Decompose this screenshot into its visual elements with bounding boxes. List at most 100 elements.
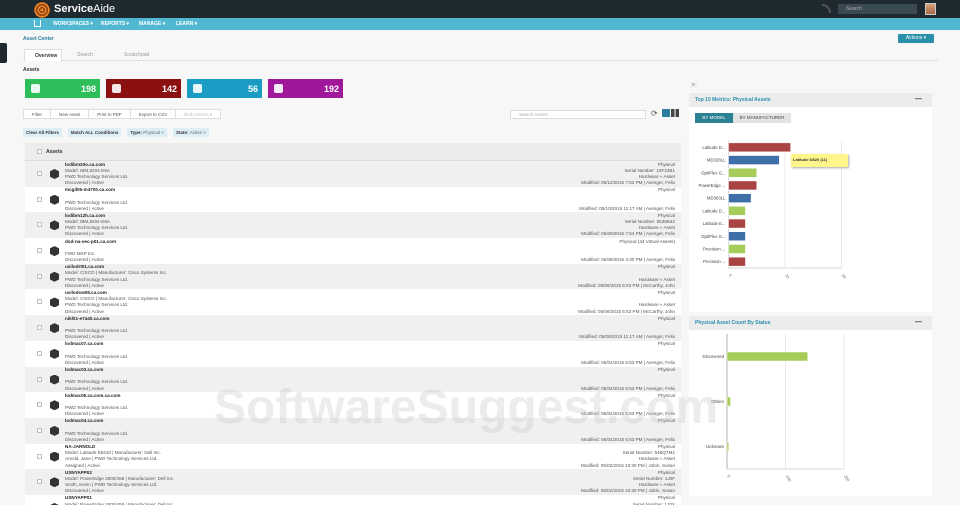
by-model-toggle[interactable]: BY MODEL (695, 113, 733, 123)
export-csv-button[interactable]: Export to CSV (131, 110, 177, 118)
table-row[interactable]: usilodrt01.ca.com Model: CISCO | Manufact… (25, 263, 681, 290)
row-checkbox[interactable] (37, 273, 42, 279)
asset-detail: Discovered | Active (65, 488, 104, 494)
asset-name[interactable]: lodmac05.ca.com.ca.com (65, 393, 128, 399)
row-checkbox[interactable] (37, 248, 42, 254)
type-filter-chip[interactable]: Type: Physical × (127, 128, 167, 137)
top-bar: ServiceAide Search (0, 0, 960, 18)
row-checkbox[interactable] (37, 479, 42, 485)
table-row[interactable]: mcgil05-m4700.ca.com PWD Technology Servi… (25, 187, 681, 213)
bar (726, 441, 730, 452)
home-icon[interactable] (34, 20, 41, 27)
y-category-label: Unknown (706, 444, 725, 449)
table-row[interactable]: lodmac04.ca.com PWD Technology Services L… (25, 417, 681, 444)
row-checkbox[interactable] (37, 350, 42, 356)
nav-reports[interactable]: REPORTS ▾ (101, 21, 129, 27)
rss-icon[interactable] (822, 4, 831, 13)
list-view-icon[interactable] (662, 109, 670, 117)
asset-meta-block: Physical Serial Number: 1J0X (633, 495, 675, 505)
print-pdf-button[interactable]: Print to PDF (89, 110, 131, 118)
panel-header: Physical Asset Count By Status — (689, 316, 932, 330)
table-row[interactable]: lodmac03.ca.com PWD Technology Services L… (25, 366, 681, 393)
row-checkbox[interactable] (37, 222, 42, 228)
asset-detail: Discovered | Active (65, 359, 104, 365)
asset-info: lodmac07.ca.com PWD Technology Services L… (65, 341, 128, 366)
chip-value: Physical × (143, 130, 164, 135)
hardware-box-icon (50, 400, 59, 411)
asset-info: lodmac05.ca.com.ca.com PWD Technology Ser… (65, 393, 128, 418)
asset-meta: Modified: 05/08/2015 4:30 PM | Avenger, … (581, 257, 675, 263)
tile-software[interactable]: 192 (268, 79, 343, 98)
match-conditions-chip[interactable]: Match ALL Conditions (67, 128, 122, 137)
table-row[interactable]: lodibm12h.ca.com Model: IBM,8204-E8A PWD T… (25, 212, 681, 239)
bar (726, 396, 731, 407)
brand-name[interactable]: ServiceAide (54, 3, 115, 15)
side-drawer-toggle[interactable] (0, 43, 7, 63)
asset-name[interactable]: dod-na-vec-p01.ca.com (65, 239, 116, 245)
table-row[interactable]: dod-na-vec-p01.ca.com FWD MSP Inc. Discove… (25, 238, 681, 264)
global-search-input[interactable]: Search (838, 4, 917, 14)
row-checkbox[interactable] (37, 427, 42, 433)
row-checkbox[interactable] (37, 299, 42, 305)
bar (728, 193, 752, 203)
y-category-label: Others (711, 399, 724, 404)
tile-hardware[interactable]: 142 (106, 79, 181, 98)
asset-detail: Assigned | Active (65, 462, 100, 468)
table-row[interactable]: lodmac05.ca.com.ca.com PWD Technology Ser… (25, 392, 681, 418)
clear-filters-chip[interactable]: Clear All Filters (23, 128, 62, 137)
asset-meta-block: Physical Modified: 05/04/2015 5:53 PM | A… (581, 341, 675, 366)
asset-detail: PWD Technology Services Ltd. (65, 353, 128, 359)
table-row[interactable]: usilodsw08.ca.com Model: CISCO | Manufact… (25, 289, 681, 315)
tab-overview[interactable]: Overview (24, 49, 62, 61)
asset-info: lodmac04.ca.com PWD Technology Services L… (65, 418, 128, 443)
serviceaide-logo-icon (34, 2, 50, 18)
bulk-actions-button[interactable]: Bulk Actions ▾ (176, 110, 220, 118)
nav-learn[interactable]: LEARN ▾ (176, 21, 197, 27)
row-checkbox[interactable] (37, 325, 42, 331)
table-row[interactable]: lodmac07.ca.com PWD Technology Services L… (25, 341, 681, 367)
bar (728, 180, 757, 191)
asset-search-input[interactable]: Search Assets (510, 110, 646, 119)
tab-search[interactable]: Search (67, 49, 93, 61)
chart-tooltip: Latitude D820 (11) (791, 154, 848, 167)
row-checkbox[interactable] (37, 402, 42, 408)
asset-meta: Modified: 05/02/2015 10:30 PM | Jobin, S… (580, 488, 675, 494)
breadcrumb[interactable]: Asset Center (23, 36, 54, 42)
bar (728, 218, 746, 229)
nav-manage[interactable]: MANAGE ▾ (139, 21, 165, 27)
asset-detail: Model: CISCO | Manufacturer: Cisco Syste… (65, 270, 168, 276)
tile-count: 56 (247, 84, 258, 94)
row-checkbox[interactable] (37, 376, 42, 382)
asset-info: NA-JARNOLD Model: Latitude E6410 | Manufa… (65, 444, 161, 469)
select-all-checkbox[interactable] (37, 149, 42, 154)
minimize-icon[interactable]: — (915, 316, 922, 330)
filter-button[interactable]: Filter (24, 110, 51, 118)
tab-scratchpad[interactable]: Scratchpad (114, 49, 149, 61)
refresh-icon[interactable]: ⟳ (651, 110, 658, 118)
table-row[interactable]: lodibm20o.ca.com Model: IBM,8204-E8A PWD T… (25, 161, 681, 187)
grid-view-icon[interactable] (671, 109, 679, 117)
row-checkbox[interactable] (37, 196, 42, 202)
minimize-icon[interactable]: — (915, 93, 922, 107)
new-asset-button[interactable]: New Asset (51, 110, 90, 118)
table-row[interactable]: USNYAPP01 Model: PowerEdge 2800/458 | Man… (25, 495, 681, 505)
table-row[interactable]: NA-JARNOLD Model: Latitude E6410 | Manufa… (25, 444, 681, 470)
tile-total[interactable]: 198 (25, 79, 100, 98)
actions-button[interactable]: Actions ▾ (898, 34, 934, 43)
user-avatar[interactable] (925, 3, 936, 15)
row-checkbox[interactable] (37, 171, 42, 176)
row-checkbox[interactable] (37, 453, 42, 459)
main-nav: WORKSPACES ▾ REPORTS ▾ MANAGE ▾ LEARN ▾ (0, 18, 960, 30)
x-tick-label: 0 (726, 474, 732, 479)
state-filter-chip[interactable]: State: Active × (172, 128, 209, 137)
collapse-panel-button[interactable]: » (690, 82, 697, 88)
table-row[interactable]: USNYAPP02 Model: PowerEdge 2800/458 | Man… (25, 469, 681, 495)
y-category-label: Latitude E... (703, 221, 726, 226)
tile-database[interactable]: 56 (187, 79, 262, 98)
by-manufacturer-toggle[interactable]: BY MANUFACTURER (733, 113, 791, 123)
asset-meta-block: Physical Hardware » Asset Modified: 05/06/… (578, 290, 675, 315)
nav-workspaces[interactable]: WORKSPACES ▾ (53, 21, 93, 27)
hardware-box-icon (50, 323, 59, 334)
table-row[interactable]: nikl01-e7440.ca.com PWD Technology Servic… (25, 315, 681, 341)
asset-meta: Modified: 05/09/2015 7:54 PM | Avenger, … (581, 231, 675, 237)
